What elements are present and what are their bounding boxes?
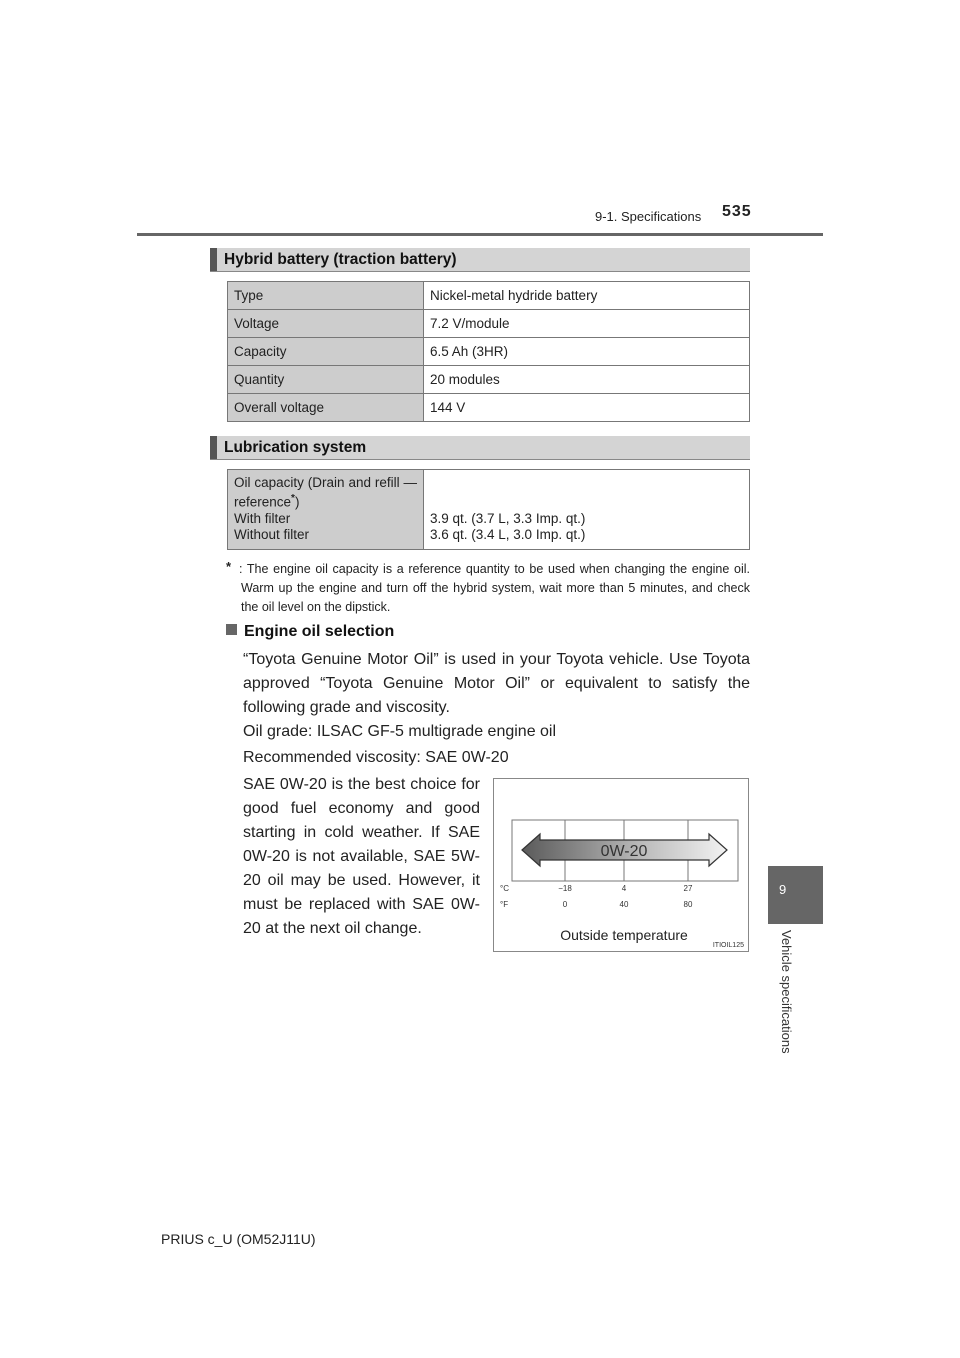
footnote: * : The engine oil capacity is a referen… bbox=[226, 559, 750, 617]
oil-capacity-heading-close: ) bbox=[294, 494, 300, 510]
viscosity-temperature-figure: 0W-20 °C °F −18 4 27 0 40 80 Outside tem… bbox=[493, 778, 749, 952]
table-row: Quantity 20 modules bbox=[227, 365, 750, 394]
chapter-label-text: Vehicle specifications bbox=[779, 930, 794, 1054]
oil-capacity-values: 3.9 qt. (3.7 L, 3.3 Imp. qt.) 3.6 qt. (3… bbox=[423, 469, 750, 550]
section-heading-lubrication: Lubrication system bbox=[210, 436, 750, 460]
viscosity-chart-svg: 0W-20 °C °F −18 4 27 0 40 80 Outside tem… bbox=[500, 819, 744, 949]
hybrid-battery-table: Type Nickel-metal hydride battery Voltag… bbox=[227, 281, 750, 422]
row-label: Voltage bbox=[227, 309, 424, 338]
row-label: Overall voltage bbox=[227, 393, 424, 422]
row-value: 6.5 Ah (3HR) bbox=[423, 337, 750, 366]
figure-caption: Outside temperature bbox=[560, 927, 688, 943]
footnote-marker: * bbox=[226, 559, 232, 574]
square-bullet-icon bbox=[226, 624, 237, 635]
fahrenheit-tick: 80 bbox=[684, 900, 693, 909]
with-filter-value: 3.9 qt. (3.7 L, 3.3 Imp. qt.) bbox=[430, 510, 586, 526]
celsius-tick: 27 bbox=[684, 884, 693, 893]
figure-code: ITIOIL125 bbox=[713, 942, 744, 949]
chapter-number: 9 bbox=[779, 882, 787, 897]
fahrenheit-tick: 0 bbox=[563, 900, 568, 909]
celsius-tick: 4 bbox=[622, 884, 627, 893]
oil-intro-paragraph: “Toyota Genuine Motor Oil” is used in yo… bbox=[243, 651, 750, 716]
viscosity-note-paragraph: SAE 0W-20 is the best choice for good fu… bbox=[243, 776, 480, 937]
oil-grade-text: Oil grade: ILSAC GF-5 multigrade engine … bbox=[243, 723, 557, 740]
row-value: 144 V bbox=[423, 393, 750, 422]
heading-text: Engine oil selection bbox=[244, 623, 395, 640]
celsius-unit: °C bbox=[500, 884, 509, 893]
row-value: Nickel-metal hydride battery bbox=[423, 281, 750, 310]
row-value: 20 modules bbox=[423, 365, 750, 394]
row-label: Quantity bbox=[227, 365, 424, 394]
fahrenheit-tick: 40 bbox=[620, 900, 629, 909]
row-label: Capacity bbox=[227, 337, 424, 366]
table-row: Type Nickel-metal hydride battery bbox=[227, 281, 750, 310]
table-row: Voltage 7.2 V/module bbox=[227, 309, 750, 338]
table-row: Capacity 6.5 Ah (3HR) bbox=[227, 337, 750, 366]
viscosity-text: Recommended viscosity: SAE 0W-20 bbox=[243, 749, 509, 766]
section-heading-marker bbox=[210, 436, 217, 459]
header-section-title: 9-1. Specifications bbox=[595, 209, 702, 224]
row-value: 7.2 V/module bbox=[423, 309, 750, 338]
oil-capacity-heading: Oil capacity (Drain and refill — referen… bbox=[234, 475, 417, 510]
table-row: Overall voltage 144 V bbox=[227, 393, 750, 422]
oil-capacity-label: Oil capacity (Drain and refill — referen… bbox=[227, 469, 424, 550]
without-filter-label: Without filter bbox=[234, 526, 310, 542]
chapter-label: Vehicle specifications bbox=[779, 930, 795, 1080]
lubrication-table: Oil capacity (Drain and refill — referen… bbox=[227, 469, 750, 550]
section-heading-hybrid-battery: Hybrid battery (traction battery) bbox=[210, 248, 750, 272]
section-heading-text: Lubrication system bbox=[224, 439, 367, 456]
engine-oil-selection-heading: Engine oil selection bbox=[226, 623, 394, 641]
fahrenheit-unit: °F bbox=[500, 900, 508, 909]
chapter-tab: 9 bbox=[768, 866, 823, 924]
section-heading-text: Hybrid battery (traction battery) bbox=[224, 251, 457, 268]
section-heading-marker bbox=[210, 248, 217, 271]
footer-model-code: PRIUS c_U (OM52J11U) bbox=[161, 1231, 316, 1247]
footnote-text: : The engine oil capacity is a reference… bbox=[239, 562, 750, 614]
celsius-tick: −18 bbox=[558, 884, 572, 893]
header-divider bbox=[137, 233, 823, 236]
with-filter-label: With filter bbox=[234, 510, 291, 526]
without-filter-value: 3.6 qt. (3.4 L, 3.0 Imp. qt.) bbox=[430, 526, 586, 542]
arrow-label: 0W-20 bbox=[601, 843, 648, 860]
table-row: Oil capacity (Drain and refill — referen… bbox=[227, 469, 750, 550]
page-number: 535 bbox=[722, 203, 752, 220]
row-label: Type bbox=[227, 281, 424, 310]
